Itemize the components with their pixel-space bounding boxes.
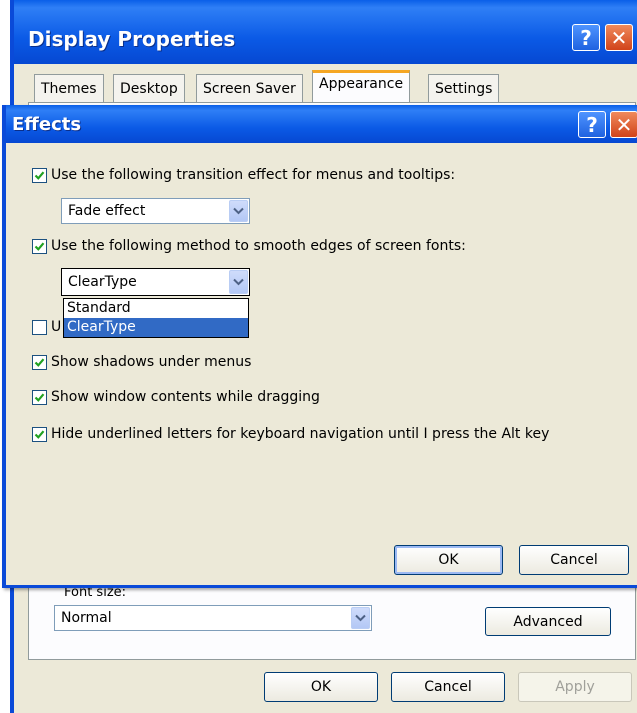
font-smoothing-option[interactable]: Use the following method to smooth edges…: [32, 238, 466, 254]
chevron-down-icon[interactable]: [351, 607, 370, 629]
drag-contents-option[interactable]: Show window contents while dragging: [32, 389, 320, 405]
help-icon[interactable]: ?: [578, 111, 606, 138]
ok-button[interactable]: OK: [264, 672, 378, 702]
display-properties-title: Display Properties: [28, 27, 236, 51]
transition-effect-select[interactable]: Fade effect: [61, 198, 250, 224]
checkmark-icon: [34, 429, 45, 439]
font-size-select[interactable]: Normal: [54, 605, 372, 631]
effects-ok-button[interactable]: OK: [394, 545, 503, 575]
dropdown-option-standard[interactable]: Standard: [64, 299, 248, 318]
menu-shadows-checkbox[interactable]: [32, 354, 47, 370]
font-smoothing-value: ClearType: [68, 274, 137, 290]
advanced-button[interactable]: Advanced: [485, 607, 611, 636]
cancel-button[interactable]: Cancel: [391, 672, 505, 702]
menu-shadows-option[interactable]: Show shadows under menus: [32, 354, 251, 370]
effects-dialog: Effects ? ✕ Use the following transition…: [2, 105, 637, 588]
transition-effect-option[interactable]: Use the following transition effect for …: [32, 167, 455, 183]
transition-effect-checkbox[interactable]: [32, 167, 47, 183]
font-smoothing-select[interactable]: ClearType: [61, 268, 250, 296]
checkmark-icon: [34, 357, 45, 367]
drag-contents-label: Show window contents while dragging: [51, 389, 320, 405]
chevron-down-icon[interactable]: [229, 200, 248, 222]
tab-appearance[interactable]: Appearance: [312, 70, 411, 102]
tab-desktop[interactable]: Desktop: [113, 74, 185, 102]
transition-effect-label: Use the following transition effect for …: [51, 167, 456, 183]
large-icons-checkbox[interactable]: [32, 319, 47, 335]
hide-underlines-checkbox[interactable]: [32, 426, 47, 442]
font-smoothing-dropdown-list: Standard ClearType: [63, 298, 249, 338]
checkmark-icon: [34, 170, 45, 180]
transition-effect-value: Fade effect: [68, 203, 146, 219]
checkmark-icon: [34, 392, 45, 402]
large-icons-label: U: [51, 319, 62, 335]
font-smoothing-label: Use the following method to smooth edges…: [51, 238, 466, 254]
checkmark-icon: [34, 241, 45, 251]
chevron-down-icon[interactable]: [229, 270, 248, 294]
dropdown-option-cleartype[interactable]: ClearType: [64, 318, 248, 337]
large-icons-option[interactable]: U: [32, 319, 61, 335]
tab-screen-saver[interactable]: Screen Saver: [196, 74, 303, 102]
tab-themes[interactable]: Themes: [34, 74, 104, 102]
help-icon[interactable]: ?: [572, 24, 600, 51]
display-properties-titlebar[interactable]: Display Properties ? ✕: [14, 0, 637, 64]
font-smoothing-checkbox[interactable]: [32, 238, 47, 254]
effects-cancel-button[interactable]: Cancel: [519, 545, 629, 575]
effects-titlebar[interactable]: Effects ? ✕: [6, 105, 637, 143]
hide-underlines-option[interactable]: Hide underlined letters for keyboard nav…: [32, 426, 549, 442]
drag-contents-checkbox[interactable]: [32, 389, 47, 405]
effects-title: Effects: [12, 114, 82, 135]
close-icon[interactable]: ✕: [605, 24, 633, 51]
apply-button[interactable]: Apply: [518, 672, 632, 702]
tab-strip: Themes Desktop Screen Saver Appearance S…: [34, 70, 554, 102]
close-icon[interactable]: ✕: [610, 111, 637, 138]
menu-shadows-label: Show shadows under menus: [51, 354, 252, 370]
tab-settings[interactable]: Settings: [428, 74, 500, 102]
font-size-value: Normal: [61, 610, 112, 626]
hide-underlines-label: Hide underlined letters for keyboard nav…: [51, 426, 550, 442]
